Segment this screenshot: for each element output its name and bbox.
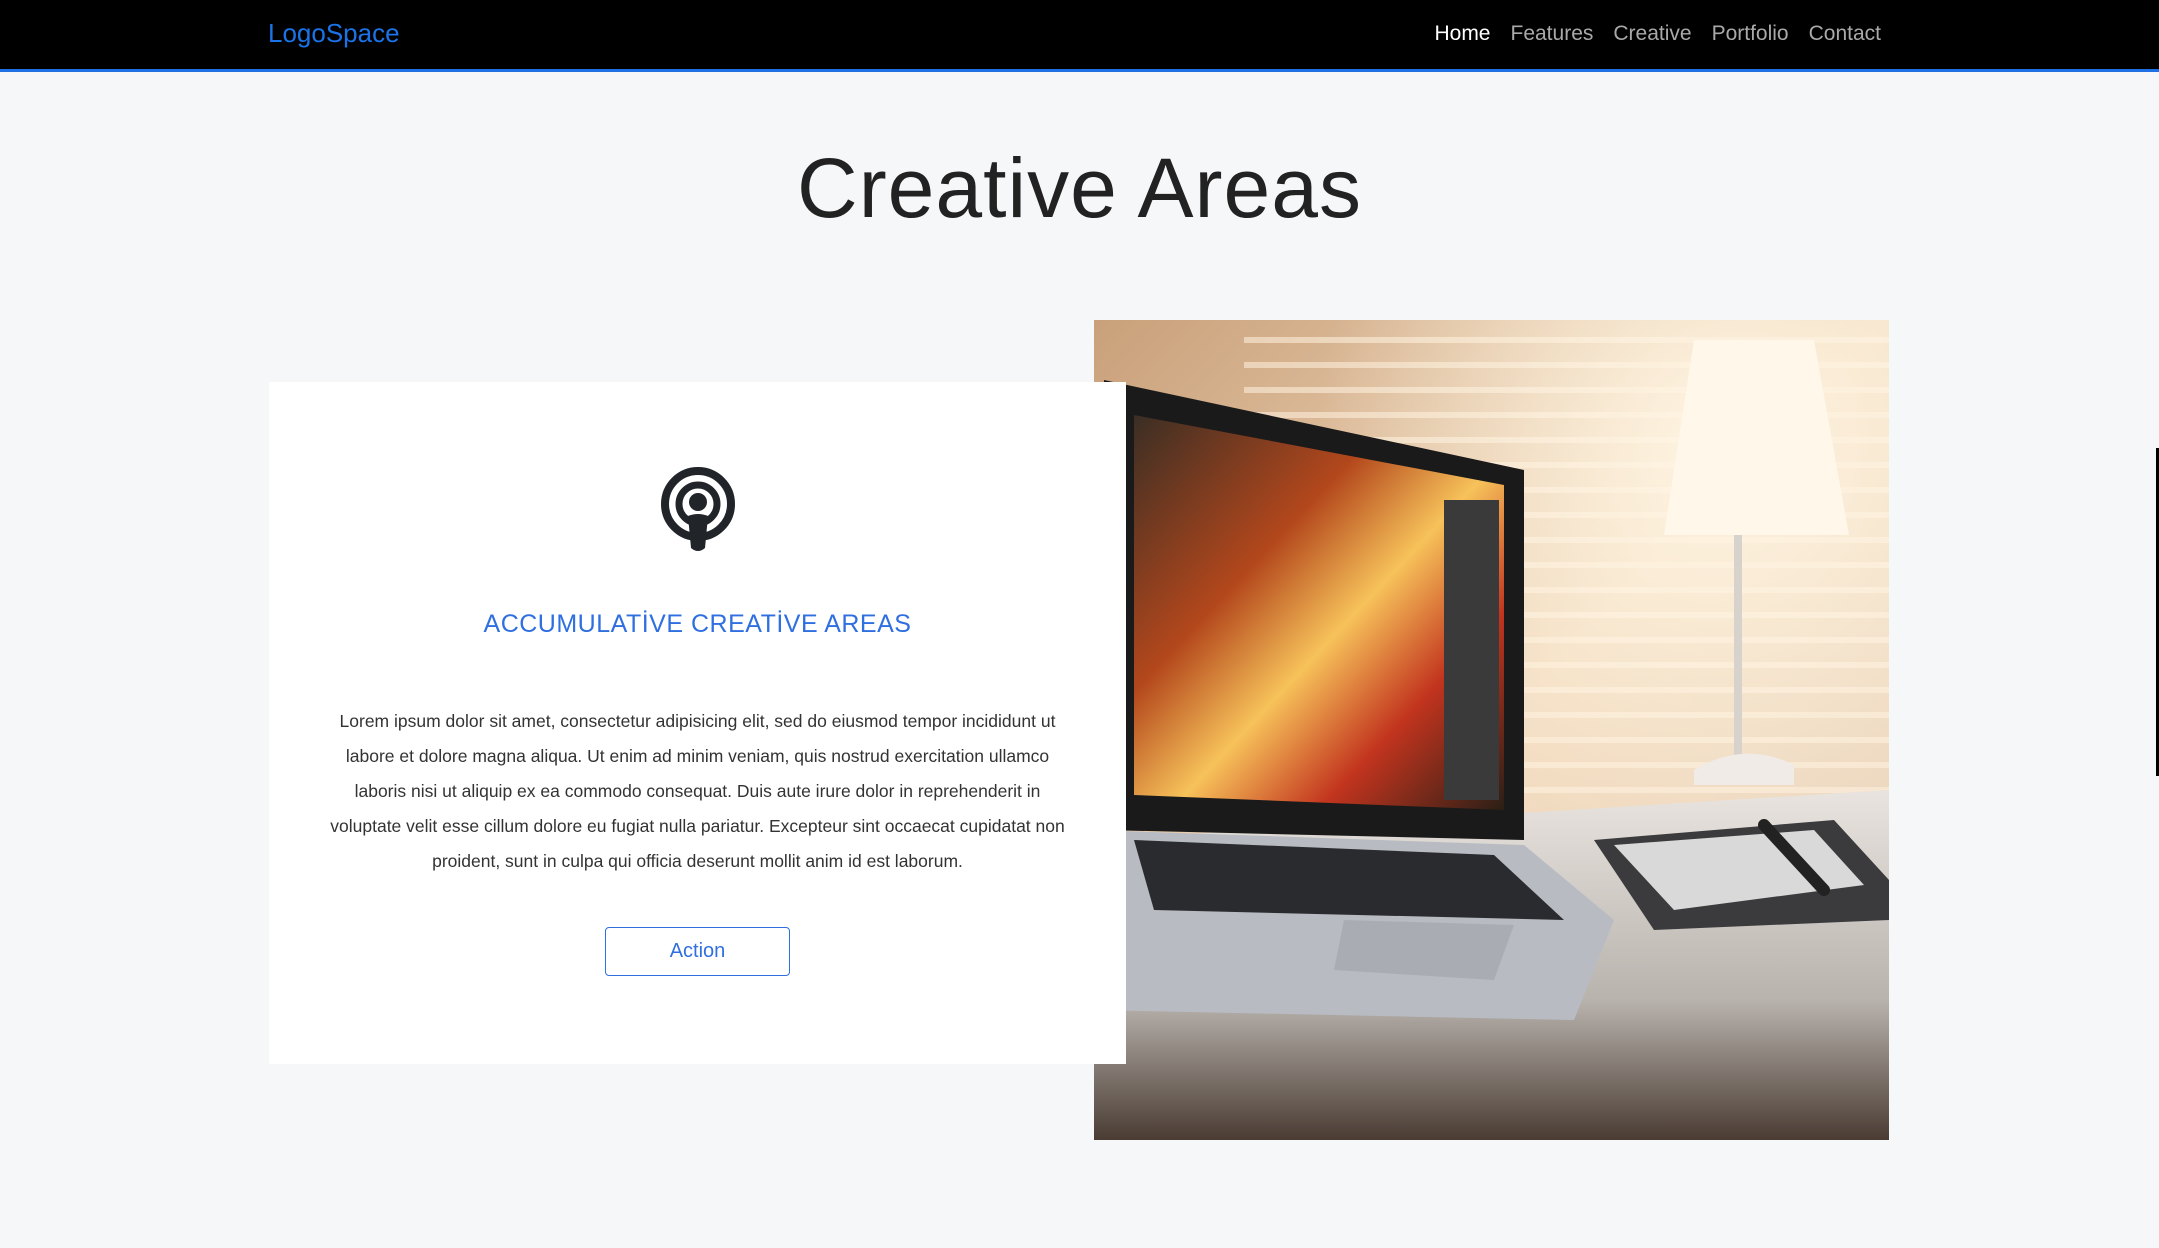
top-navbar: LogoSpace Home Features Creative Portfol… xyxy=(0,0,2159,72)
nav-menu: Home Features Creative Portfolio Contact xyxy=(1434,22,1881,46)
feature-card: ACCUMULATİVE CREATİVE AREAS Lorem ipsum … xyxy=(269,382,1126,1064)
nav-item-creative: Creative xyxy=(1613,22,1691,46)
laptop-desk-photo xyxy=(1094,320,1889,1140)
card-description: Lorem ipsum dolor sit amet, consectetur … xyxy=(330,711,1065,871)
brand-logo-link[interactable]: LogoSpace xyxy=(268,18,400,49)
nav-item-home: Home xyxy=(1434,22,1490,46)
nav-link-portfolio[interactable]: Portfolio xyxy=(1712,22,1789,45)
nav-item-features: Features xyxy=(1511,22,1594,46)
laptop-desk-illustration xyxy=(1094,320,1889,1140)
podcast-icon xyxy=(661,467,735,551)
nav-link-contact[interactable]: Contact xyxy=(1809,22,1881,45)
nav-link-home[interactable]: Home xyxy=(1434,22,1490,45)
card-heading: ACCUMULATİVE CREATİVE AREAS xyxy=(483,610,912,638)
nav-link-creative[interactable]: Creative xyxy=(1613,22,1691,45)
nav-link-features[interactable]: Features xyxy=(1511,22,1594,45)
section-title: Creative Areas xyxy=(797,141,1362,235)
action-button[interactable]: Action xyxy=(605,927,790,976)
nav-item-portfolio: Portfolio xyxy=(1712,22,1789,46)
nav-item-contact: Contact xyxy=(1809,22,1881,46)
